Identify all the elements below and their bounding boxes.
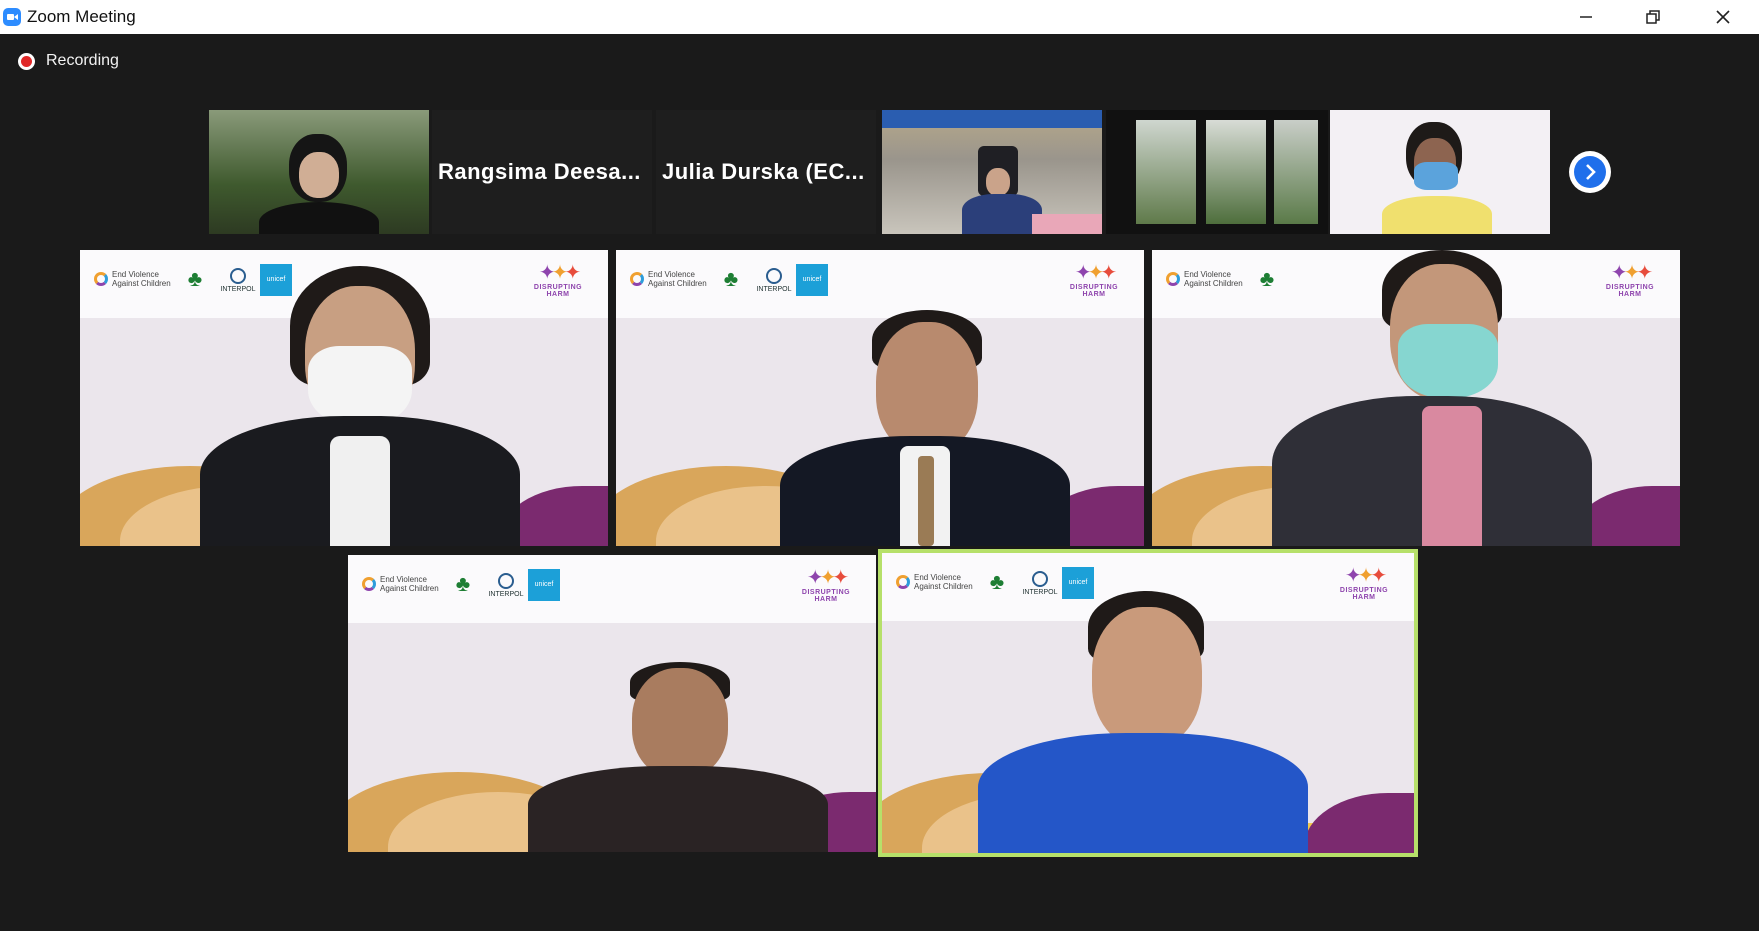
interpol-logo: INTERPOL (488, 573, 524, 598)
title-bar: Zoom Meeting (0, 0, 1759, 34)
unicef-logo: unicef (528, 569, 560, 601)
participant-name-tile[interactable]: Rangsima Deesa... (432, 110, 652, 234)
participant-video (1272, 250, 1592, 546)
evac-logo: End Violence Against Children (1166, 270, 1243, 288)
window-title: Zoom Meeting (27, 7, 136, 26)
disrupting-harm-logo: ✦✦✦ DISRUPTING HARM (1069, 262, 1119, 298)
ecpat-logo: ♣ (723, 266, 739, 291)
participant-video-tile[interactable]: End Violence Against Children ♣ INTERPOL … (348, 555, 876, 852)
participant-video (528, 662, 828, 852)
restore-icon (1646, 10, 1660, 24)
participant-thumbnail[interactable] (1106, 110, 1328, 234)
interpol-logo: INTERPOL (756, 268, 792, 293)
chevron-right-icon (1586, 164, 1596, 180)
participant-video (200, 266, 520, 546)
participant-video-tile[interactable]: End Violence Against Children ♣ INTERPOL … (616, 250, 1144, 546)
evac-logo: End Violence Against Children (94, 270, 171, 288)
participant-thumbnail[interactable] (1330, 110, 1550, 234)
participant-video-tile[interactable]: End Violence Against Children ♣ INTERPOL … (80, 250, 608, 546)
participant-video (780, 310, 1070, 546)
ecpat-logo: ♣ (455, 571, 471, 596)
participant-thumbnail[interactable] (209, 110, 429, 234)
next-page-button[interactable] (1569, 151, 1611, 193)
participant-thumbnail[interactable] (882, 110, 1102, 234)
participant-name-tile[interactable]: Julia Durska (EC... (656, 110, 876, 234)
close-button[interactable] (1694, 0, 1752, 34)
unicef-logo: unicef (796, 264, 828, 296)
disrupting-harm-logo: ✦✦✦ DISRUPTING HARM (1605, 262, 1655, 298)
close-icon (1716, 10, 1730, 24)
zoom-app-icon (3, 8, 21, 26)
minimize-button[interactable] (1557, 0, 1615, 34)
evac-logo: End Violence Against Children (362, 575, 439, 593)
recording-label: Recording (46, 52, 119, 69)
record-icon (18, 53, 35, 70)
participant-video-tile[interactable]: End Violence Against Children ♣ ✦✦✦ DISRUP… (1152, 250, 1680, 546)
disrupting-harm-logo: ✦✦✦ DISRUPTING HARM (801, 567, 851, 603)
restore-button[interactable] (1624, 0, 1682, 34)
evac-logo: End Violence Against Children (630, 270, 707, 288)
minimize-icon (1580, 16, 1592, 18)
disrupting-harm-logo: ✦✦✦ DISRUPTING HARM (533, 262, 583, 298)
active-speaker-highlight (878, 549, 1418, 857)
